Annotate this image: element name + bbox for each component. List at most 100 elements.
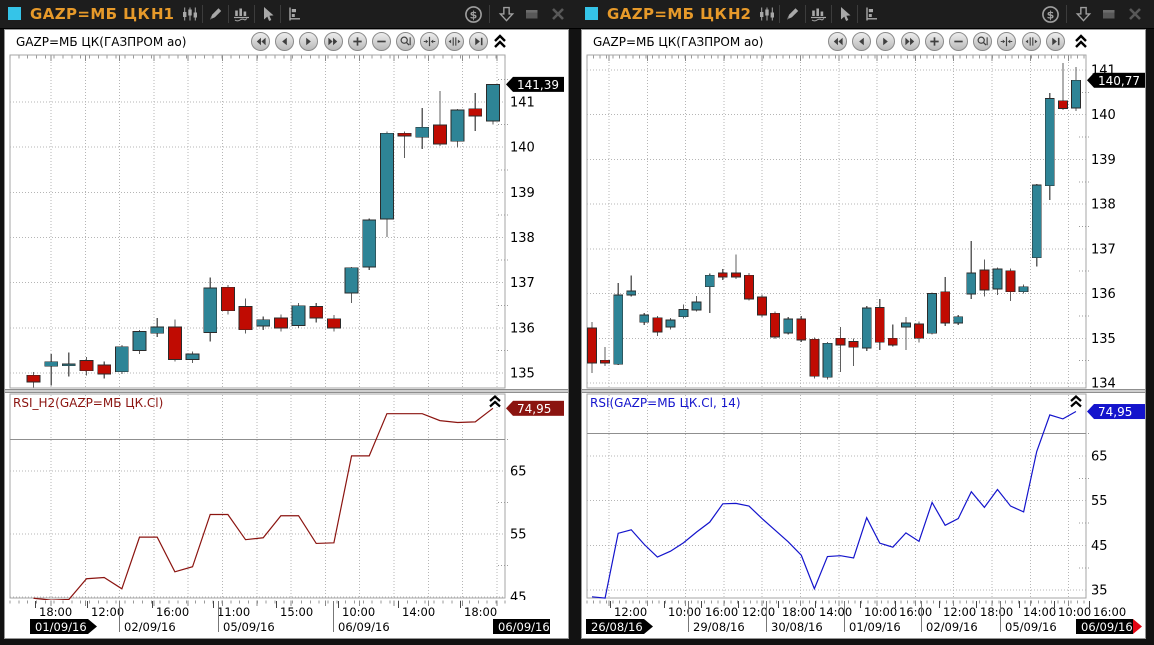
svg-text:55: 55 xyxy=(510,528,527,543)
chart-trade-icon[interactable] xyxy=(230,5,253,23)
svg-text:14:00: 14:00 xyxy=(1023,605,1056,619)
rsi-value-badge: 74,95 xyxy=(1087,404,1145,419)
zoom-in-button[interactable] xyxy=(348,32,367,51)
dollar-button[interactable]: $ xyxy=(462,4,484,24)
svg-text:RSI_H2(GAZP=МБ ЦК.Cl): RSI_H2(GAZP=МБ ЦК.Cl) xyxy=(13,396,163,410)
svg-text:12:00: 12:00 xyxy=(742,605,775,619)
fast-backward-button[interactable] xyxy=(251,32,270,51)
draw-icon[interactable] xyxy=(781,5,804,23)
svg-text:$: $ xyxy=(469,8,477,21)
draw-icon[interactable] xyxy=(204,5,227,23)
last-price-badge: 141,39 xyxy=(506,77,564,92)
svg-text:11:00: 11:00 xyxy=(217,605,250,619)
fast-backward-button[interactable] xyxy=(828,32,847,51)
zoom-out-button[interactable] xyxy=(372,32,391,51)
expand-horizontal-button[interactable] xyxy=(445,32,464,51)
go-to-latest-button[interactable] xyxy=(1046,32,1065,51)
zoom-box-button[interactable] xyxy=(973,32,992,51)
instrument-label: GAZP=МБ ЦК(ГАЗПРОМ ао) xyxy=(16,35,186,49)
svg-text:18:00: 18:00 xyxy=(980,605,1013,619)
titlebar[interactable]: GAZP=МБ ЦК H1 $ xyxy=(0,0,577,29)
fast-forward-button[interactable] xyxy=(901,32,920,51)
svg-text:134: 134 xyxy=(1091,376,1116,389)
zoom-in-button[interactable] xyxy=(925,32,944,51)
go-to-latest-button[interactable] xyxy=(469,32,488,51)
svg-text:16:00: 16:00 xyxy=(1093,605,1126,619)
cursor-icon[interactable] xyxy=(833,5,856,23)
price-pane[interactable]: 141140139138137136135141,39 xyxy=(5,54,568,389)
svg-text:06/09/16: 06/09/16 xyxy=(1081,620,1133,634)
compress-horizontal-button[interactable] xyxy=(420,32,439,51)
svg-text:12:00: 12:00 xyxy=(614,605,647,619)
step-backward-button[interactable] xyxy=(275,32,294,51)
svg-text:05/09/16: 05/09/16 xyxy=(223,620,275,634)
titlebar-toolbar xyxy=(755,3,882,25)
svg-text:74,95: 74,95 xyxy=(1098,405,1132,419)
step-forward-button[interactable] xyxy=(876,32,895,51)
svg-text:02/09/16: 02/09/16 xyxy=(926,620,978,634)
svg-text:138: 138 xyxy=(510,231,535,246)
restore-button[interactable] xyxy=(521,4,543,24)
svg-text:16:00: 16:00 xyxy=(705,605,738,619)
svg-text:141,39: 141,39 xyxy=(517,78,559,92)
window-title: GAZP=МБ ЦК xyxy=(30,5,150,23)
rsi-value-badge: 74,95 xyxy=(506,401,564,416)
svg-text:05/09/16: 05/09/16 xyxy=(1005,620,1057,634)
svg-text:140,77: 140,77 xyxy=(1098,74,1140,88)
svg-text:65: 65 xyxy=(1091,450,1108,465)
candlestick-chart-icon[interactable] xyxy=(178,5,201,23)
rsi-pane[interactable]: 65554535RSI(GAZP=МБ ЦК.Cl, 14)74,95 xyxy=(582,393,1145,600)
zoom-box-button[interactable] xyxy=(396,32,415,51)
step-forward-button[interactable] xyxy=(299,32,318,51)
svg-text:136: 136 xyxy=(510,321,535,336)
svg-text:RSI(GAZP=МБ ЦК.Cl, 14): RSI(GAZP=МБ ЦК.Cl, 14) xyxy=(590,396,741,410)
svg-text:141: 141 xyxy=(510,96,535,111)
svg-text:138: 138 xyxy=(1091,198,1116,213)
close-button[interactable] xyxy=(1124,4,1146,24)
compress-horizontal-button[interactable] xyxy=(997,32,1016,51)
collapse-pane-icon[interactable] xyxy=(1074,34,1088,49)
send-down-button[interactable] xyxy=(1072,4,1094,24)
candlestick-chart-icon[interactable] xyxy=(755,5,778,23)
market-depth-icon[interactable] xyxy=(859,5,882,23)
fast-forward-button[interactable] xyxy=(324,32,343,51)
time-axis: 12:0010:0016:0012:0018:0014:0010:0016:00… xyxy=(582,600,1145,638)
svg-text:135: 135 xyxy=(510,367,535,382)
titlebar[interactable]: GAZP=МБ ЦК H2 $ xyxy=(577,0,1154,29)
market-depth-icon[interactable] xyxy=(282,5,305,23)
rsi-pane[interactable]: 655545RSI_H2(GAZP=МБ ЦК.Cl)74,95 xyxy=(5,393,568,600)
step-backward-button[interactable] xyxy=(852,32,871,51)
svg-text:140: 140 xyxy=(510,141,535,156)
svg-text:06/09/16: 06/09/16 xyxy=(338,620,390,634)
restore-button[interactable] xyxy=(1098,4,1120,24)
svg-text:139: 139 xyxy=(510,186,535,201)
timeframe-label: H1 xyxy=(151,5,174,23)
zoom-out-button[interactable] xyxy=(949,32,968,51)
end-date-badge: 06/09/16 xyxy=(493,619,550,634)
svg-text:14:00: 14:00 xyxy=(402,605,435,619)
svg-text:14:00: 14:00 xyxy=(819,605,852,619)
titlebar-window-buttons: $ xyxy=(1039,3,1146,25)
svg-text:45: 45 xyxy=(1091,539,1108,554)
titlebar-toolbar xyxy=(178,3,305,25)
collapse-pane-icon[interactable] xyxy=(490,397,500,407)
cursor-icon[interactable] xyxy=(256,5,279,23)
svg-text:65: 65 xyxy=(510,465,527,480)
svg-text:135: 135 xyxy=(1091,332,1116,347)
chart-window-h1: GAZP=МБ ЦК H1 $ GAZP=МБ ЦК(ГАЗПРОМ ао) 1… xyxy=(0,0,577,645)
dollar-button[interactable]: $ xyxy=(1039,4,1061,24)
start-date-badge: 01/09/16 xyxy=(30,619,97,634)
trading-terminal: GAZP=МБ ЦК H1 $ GAZP=МБ ЦК(ГАЗПРОМ ао) 1… xyxy=(0,0,1154,645)
expand-horizontal-button[interactable] xyxy=(1022,32,1041,51)
collapse-pane-icon[interactable] xyxy=(1071,397,1081,407)
chart-header: GAZP=МБ ЦК(ГАЗПРОМ ао) xyxy=(582,30,1145,54)
close-button[interactable] xyxy=(547,4,569,24)
last-price-badge: 140,77 xyxy=(1087,73,1145,88)
collapse-pane-icon[interactable] xyxy=(493,34,507,49)
send-down-button[interactable] xyxy=(495,4,517,24)
svg-text:137: 137 xyxy=(1091,242,1116,257)
price-pane[interactable]: 141140139138137136135134140,77 xyxy=(582,54,1145,389)
svg-text:10:00: 10:00 xyxy=(864,605,897,619)
svg-text:10:00: 10:00 xyxy=(1058,605,1091,619)
chart-trade-icon[interactable] xyxy=(807,5,830,23)
